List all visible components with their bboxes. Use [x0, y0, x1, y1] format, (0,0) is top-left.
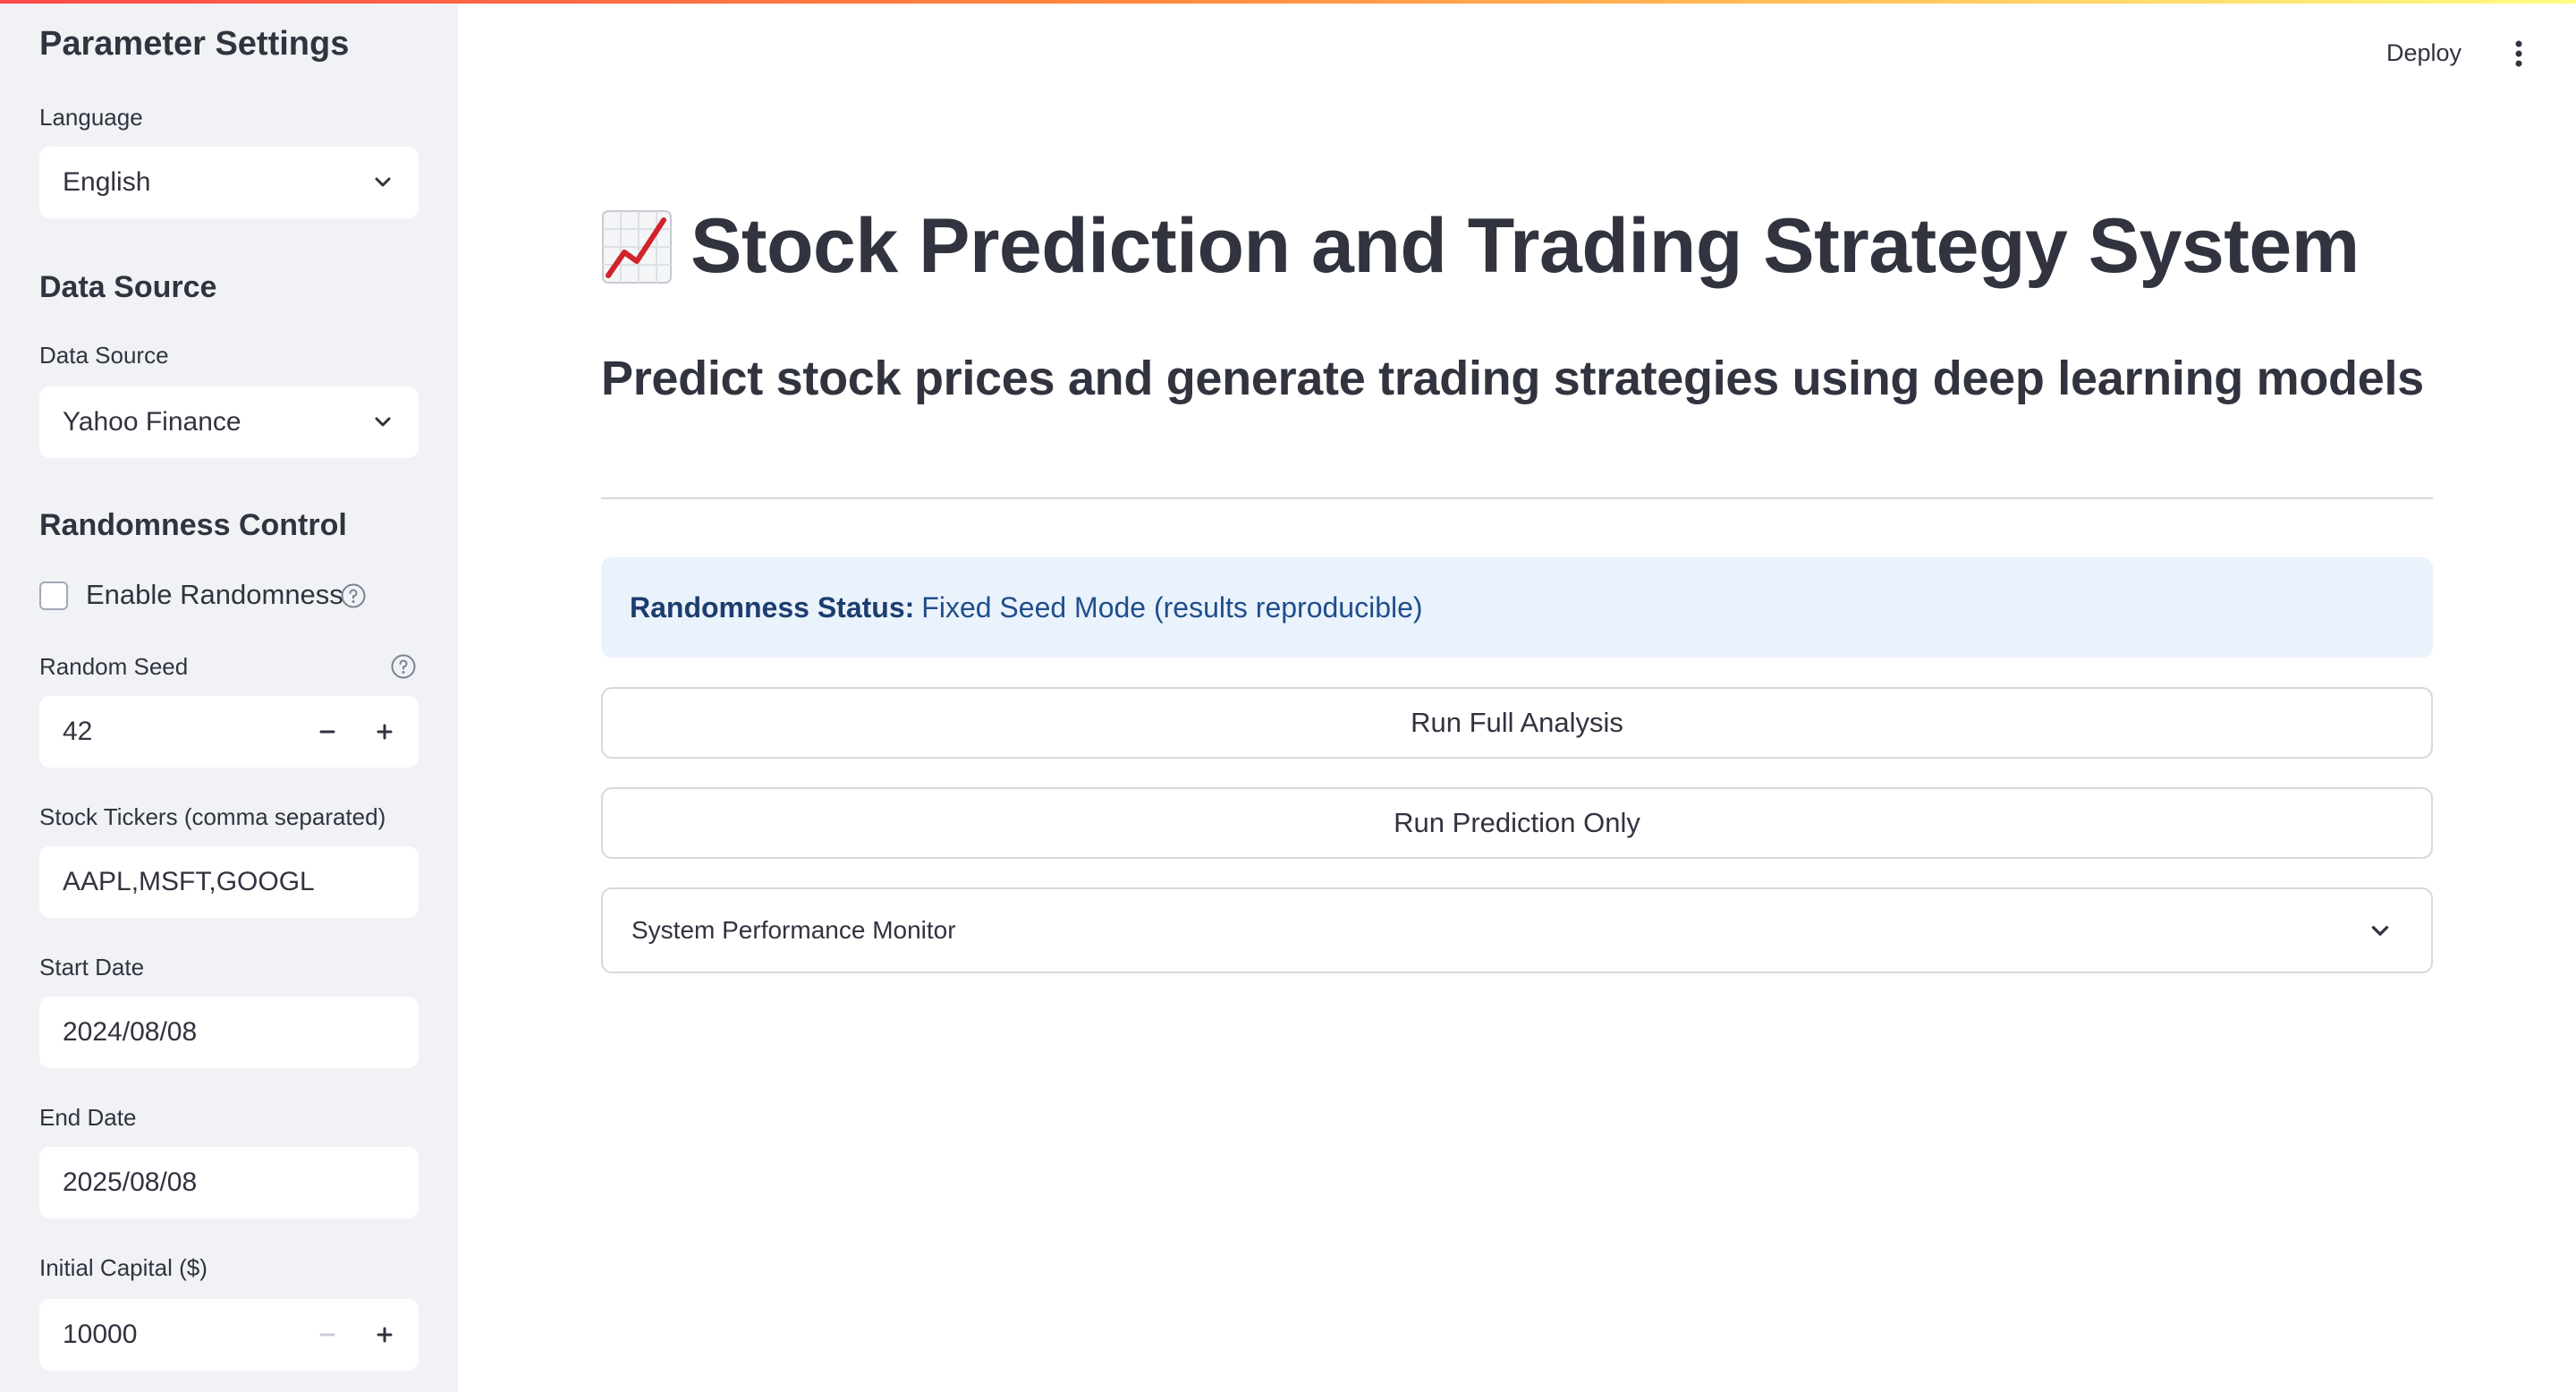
initial-capital-label: Initial Capital ($)	[39, 1254, 208, 1281]
increment-button[interactable]	[370, 1320, 399, 1349]
main-menu-button[interactable]	[2501, 34, 2537, 73]
sidebar: Parameter Settings Language English Data…	[0, 0, 458, 1392]
expander-label: System Performance Monitor	[631, 916, 956, 944]
start-date-value: 2024/08/08	[63, 1017, 198, 1047]
plus-icon	[377, 1327, 393, 1343]
status-label: Randomness Status:	[630, 590, 915, 624]
data-source-header: Data Source	[39, 270, 217, 304]
data-source-select[interactable]: Yahoo Finance	[39, 386, 419, 458]
decrement-button[interactable]	[313, 717, 342, 746]
question-circle-icon[interactable]	[340, 582, 367, 609]
minus-icon	[319, 1333, 335, 1337]
tickers-input[interactable]: AAPL,MSFT,GOOGL	[39, 846, 419, 918]
initial-capital-value: 10000	[63, 1320, 138, 1349]
data-source-select-value: Yahoo Finance	[63, 407, 242, 437]
increment-button[interactable]	[370, 717, 399, 746]
chevron-down-icon	[375, 417, 391, 427]
minus-icon	[319, 730, 335, 734]
end-date-value: 2025/08/08	[63, 1167, 198, 1197]
chevron-down-icon	[2371, 926, 2389, 936]
page-title: Stock Prediction and Trading Strategy Sy…	[691, 203, 2360, 289]
top-decoration-bar	[0, 0, 2576, 4]
language-select-value: English	[63, 167, 151, 197]
app-root: Parameter Settings Language English Data…	[0, 0, 2576, 1392]
random-seed-input[interactable]: 42	[39, 696, 419, 768]
randomness-status-alert: Randomness Status: Fixed Seed Mode (resu…	[601, 557, 2433, 658]
chart-increasing-icon	[602, 209, 672, 284]
end-date-input[interactable]: 2025/08/08	[39, 1147, 419, 1218]
run-full-analysis-button[interactable]: Run Full Analysis	[601, 687, 2433, 759]
run-prediction-only-button[interactable]: Run Prediction Only	[601, 787, 2433, 859]
plus-icon	[377, 724, 393, 740]
randomness-header: Randomness Control	[39, 508, 347, 542]
question-circle-icon[interactable]	[390, 653, 417, 680]
sidebar-title: Parameter Settings	[39, 25, 350, 63]
kebab-menu-icon	[2515, 40, 2522, 67]
status-text: Fixed Seed Mode (results reproducible)	[921, 590, 1423, 624]
end-date-label: End Date	[39, 1104, 137, 1131]
decrement-button[interactable]	[313, 1320, 342, 1349]
chevron-down-icon	[375, 177, 391, 187]
random-seed-label: Random Seed	[39, 653, 189, 680]
start-date-input[interactable]: 2024/08/08	[39, 997, 419, 1068]
initial-capital-input[interactable]: 10000	[39, 1299, 419, 1371]
data-source-label: Data Source	[39, 342, 169, 369]
enable-randomness-label[interactable]: Enable Randomness	[86, 579, 343, 611]
page-title-row: Stock Prediction and Trading Strategy Sy…	[601, 202, 2360, 291]
language-select[interactable]: English	[39, 147, 419, 218]
start-date-label: Start Date	[39, 954, 145, 980]
random-seed-value: 42	[63, 717, 93, 746]
language-label: Language	[39, 104, 143, 131]
deploy-button[interactable]: Deploy	[2379, 36, 2469, 71]
tickers-label: Stock Tickers (comma separated)	[39, 803, 386, 830]
system-performance-expander[interactable]: System Performance Monitor	[601, 887, 2433, 973]
tickers-value: AAPL,MSFT,GOOGL	[63, 867, 315, 896]
page-subtitle: Predict stock prices and generate tradin…	[601, 352, 2424, 405]
divider	[601, 497, 2433, 499]
enable-randomness-checkbox[interactable]	[39, 581, 68, 610]
